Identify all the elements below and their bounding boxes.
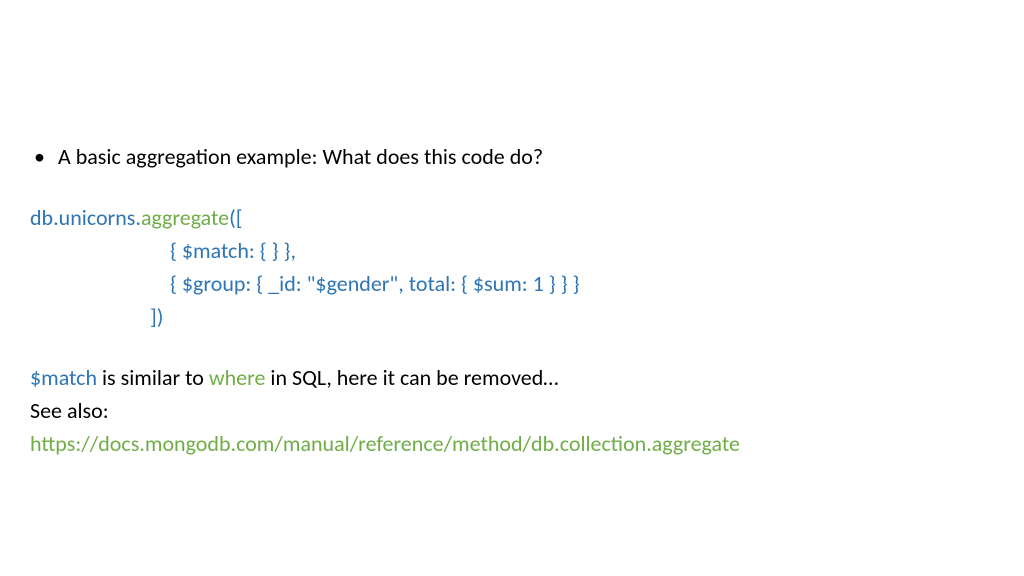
code-block: db.unicorns.aggregate([ { $match: { } },… — [30, 201, 994, 333]
explanation-block: $match is similar to where in SQL, here … — [30, 361, 994, 460]
code-line-4: ]) — [30, 300, 994, 333]
explanation-line-1: $match is similar to where in SQL, here … — [30, 361, 994, 394]
match-keyword: $match — [30, 364, 97, 391]
bullet-dot: • — [30, 140, 58, 173]
code-aggregate-keyword: aggregate — [141, 204, 229, 231]
slide: • A basic aggregation example: What does… — [0, 0, 1024, 576]
reference-link-line: https://docs.mongodb.com/manual/referenc… — [30, 427, 994, 460]
code-line-3: { $group: { _id: "$gender", total: { $su… — [30, 267, 994, 300]
code-db-prefix: db.unicorns. — [30, 204, 141, 231]
code-line-1: db.unicorns.aggregate([ — [30, 201, 994, 234]
where-keyword: where — [209, 364, 266, 391]
bullet-text: A basic aggregation example: What does t… — [58, 140, 994, 173]
reference-link[interactable]: https://docs.mongodb.com/manual/referenc… — [30, 430, 740, 457]
code-open-bracket: ([ — [229, 204, 242, 231]
explain-text-1: is similar to — [97, 364, 209, 391]
see-also-label: See also: — [30, 394, 994, 427]
explain-text-2: in SQL, here it can be removed… — [265, 364, 558, 391]
bullet-item: • A basic aggregation example: What does… — [30, 140, 994, 173]
code-line-2: { $match: { } }, — [30, 234, 994, 267]
